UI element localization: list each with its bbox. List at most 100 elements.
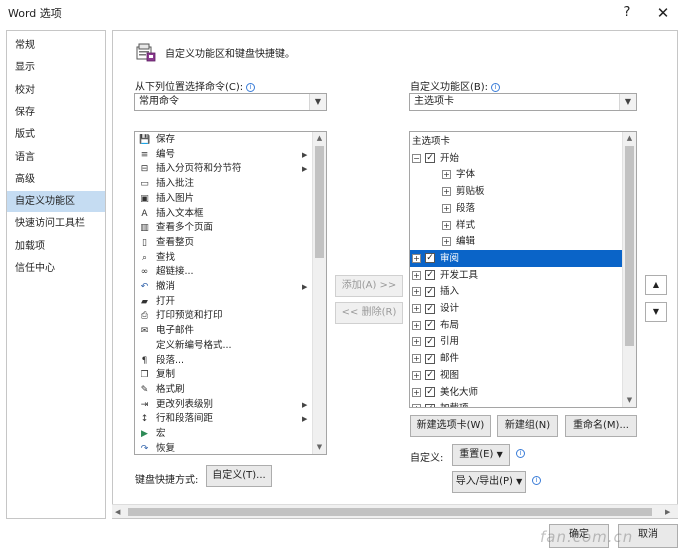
checkbox[interactable]: ✓	[425, 303, 435, 314]
checkbox[interactable]: ✓	[425, 286, 435, 297]
ribbon-tree[interactable]: ▲ ▼ 主选项卡 − ✓ 开始 + 字体 + 剪贴板 + 段落 + 样式 + 编辑 + ✓ 审阅 + ✓ 开发工具 + ✓…	[409, 131, 637, 408]
command-item[interactable]: 定义新编号格式...	[135, 339, 313, 354]
help-button[interactable]: ?	[617, 3, 637, 23]
command-item[interactable]: ↷ 恢复	[135, 442, 313, 454]
horizontal-scrollbar[interactable]: ◀ ▶	[112, 504, 678, 518]
scroll-right-icon[interactable]: ▶	[665, 505, 670, 519]
tree-item[interactable]: + ✓ 美化大师	[410, 384, 622, 401]
tree-item[interactable]: + 剪贴板	[410, 183, 622, 200]
expand-icon[interactable]: +	[412, 404, 421, 407]
tree-item[interactable]: + 编辑	[410, 233, 622, 250]
expand-icon[interactable]: +	[412, 387, 421, 397]
tree-item[interactable]: + ✓ 邮件	[410, 350, 622, 367]
checkbox[interactable]: ✓	[425, 353, 435, 364]
scroll-thumb[interactable]	[315, 146, 324, 258]
close-button[interactable]: ✕	[651, 3, 675, 23]
checkbox[interactable]: ✓	[425, 370, 435, 381]
tree-item[interactable]: + ✓ 视图	[410, 367, 622, 384]
command-item[interactable]: ▭ 插入批注	[135, 177, 313, 192]
checkbox[interactable]: ✓	[425, 403, 435, 407]
command-item[interactable]: ≡ 编号 ▶	[135, 148, 313, 163]
command-item[interactable]: ↕ 行和段落间距 ▶	[135, 412, 313, 427]
command-item[interactable]: ▯ 查看整页	[135, 236, 313, 251]
new-tab-button[interactable]: 新建选项卡(W)	[410, 415, 491, 437]
customize-shortcut-button[interactable]: 自定义(T)...	[206, 465, 272, 487]
tree-item[interactable]: − ✓ 开始	[410, 150, 622, 167]
expand-icon[interactable]: +	[412, 304, 421, 313]
tree-item[interactable]: + ✓ 设计	[410, 300, 622, 317]
command-item[interactable]: ∞ 超链接...	[135, 265, 313, 280]
nav-item[interactable]: 保存	[7, 102, 105, 123]
scroll-up-icon[interactable]: ▲	[623, 132, 636, 145]
import-export-button[interactable]: 导入/导出(P) ▼	[452, 471, 526, 493]
tree-item[interactable]: + ✓ 加载项	[410, 400, 622, 407]
tree-item[interactable]: + ✓ 布局	[410, 317, 622, 334]
tree-item[interactable]: + 样式	[410, 217, 622, 234]
command-item[interactable]: 💾 保存	[135, 133, 313, 148]
checkbox[interactable]: ✓	[425, 320, 435, 331]
commands-list[interactable]: ▲ ▼ 💾 保存 ≡ 编号 ▶ ⊟ 插入分页符和分节符 ▶ ▭ 插入批注 ▣ 插入图片 A 插入文本框 ▥ 查…	[134, 131, 327, 455]
expand-icon[interactable]: +	[412, 270, 421, 280]
scroll-up-icon[interactable]: ▲	[313, 132, 326, 145]
expand-icon[interactable]: +	[442, 203, 451, 213]
command-item[interactable]: ▣ 插入图片	[135, 192, 313, 207]
scroll-left-icon[interactable]: ◀	[115, 505, 120, 519]
command-item[interactable]: ↶ 撤消 ▶	[135, 280, 313, 295]
command-item[interactable]: ▶ 宏	[135, 427, 313, 442]
tree-item[interactable]: + ✓ 开发工具	[410, 267, 622, 284]
nav-item[interactable]: 版式	[7, 124, 105, 145]
commands-scrollbar[interactable]: ▲ ▼	[312, 132, 326, 454]
command-item[interactable]: ⊟ 插入分页符和分节符 ▶	[135, 162, 313, 177]
command-item[interactable]: ❐ 复制	[135, 368, 313, 383]
expand-icon[interactable]: +	[412, 370, 421, 380]
nav-item[interactable]: 常规	[7, 35, 105, 56]
expand-icon[interactable]: +	[412, 320, 421, 330]
rename-button[interactable]: 重命名(M)...	[565, 415, 637, 437]
expand-icon[interactable]: +	[442, 187, 451, 197]
expand-icon[interactable]: +	[412, 287, 421, 297]
scroll-down-icon[interactable]: ▼	[313, 441, 326, 454]
nav-item[interactable]: 自定义功能区	[7, 191, 105, 213]
expand-icon[interactable]: +	[412, 253, 421, 263]
horizontal-scroll-thumb[interactable]	[128, 508, 652, 516]
tree-item[interactable]: + 段落	[410, 200, 622, 217]
command-item[interactable]: ▰ 打开	[135, 295, 313, 310]
command-item[interactable]: ⌕ 查找	[135, 251, 313, 266]
command-item[interactable]: ⇥ 更改列表级别 ▶	[135, 398, 313, 413]
checkbox[interactable]: ✓	[425, 336, 435, 347]
expand-icon[interactable]: +	[442, 220, 451, 230]
nav-item[interactable]: 高级	[7, 169, 105, 190]
ribbon-tabs-combo[interactable]: 主选项卡 ▼	[409, 93, 637, 111]
chevron-down-icon[interactable]: ▼	[309, 94, 326, 110]
tree-item[interactable]: + ✓ 引用	[410, 333, 622, 350]
tree-item[interactable]: + 字体	[410, 166, 622, 183]
tree-item[interactable]: + ✓ 审阅	[410, 249, 622, 267]
scroll-down-icon[interactable]: ▼	[623, 394, 636, 407]
tree-item[interactable]: + ✓ 插入	[410, 283, 622, 300]
chevron-down-icon[interactable]: ▼	[619, 94, 636, 110]
command-item[interactable]: ✎ 格式刷	[135, 383, 313, 398]
nav-item[interactable]: 信任中心	[7, 258, 105, 279]
add-button[interactable]: 添加(A) >>	[335, 275, 403, 297]
checkbox[interactable]: ✓	[425, 387, 435, 397]
command-item[interactable]: ▥ 查看多个页面	[135, 221, 313, 236]
nav-item[interactable]: 显示	[7, 57, 105, 78]
nav-item[interactable]: 快速访问工具栏	[7, 213, 105, 234]
nav-item[interactable]: 语言	[7, 147, 105, 168]
move-up-button[interactable]: ▲	[645, 275, 667, 295]
new-group-button[interactable]: 新建组(N)	[497, 415, 558, 437]
expand-icon[interactable]: +	[442, 170, 451, 180]
expand-icon[interactable]: +	[442, 237, 451, 247]
expand-icon[interactable]: +	[412, 337, 421, 347]
expand-icon[interactable]: +	[412, 354, 421, 364]
collapse-icon[interactable]: −	[412, 153, 421, 163]
checkbox[interactable]: ✓	[425, 270, 435, 281]
scroll-thumb[interactable]	[625, 146, 634, 346]
command-item[interactable]: ¶ 段落...	[135, 354, 313, 369]
reset-button[interactable]: 重置(E) ▼	[452, 444, 510, 466]
command-item[interactable]: ✉ 电子邮件	[135, 324, 313, 339]
nav-item[interactable]: 校对	[7, 80, 105, 101]
ribbon-tree-scrollbar[interactable]: ▲ ▼	[622, 132, 636, 407]
nav-item[interactable]: 加载项	[7, 236, 105, 257]
command-item[interactable]: A 插入文本框	[135, 207, 313, 222]
